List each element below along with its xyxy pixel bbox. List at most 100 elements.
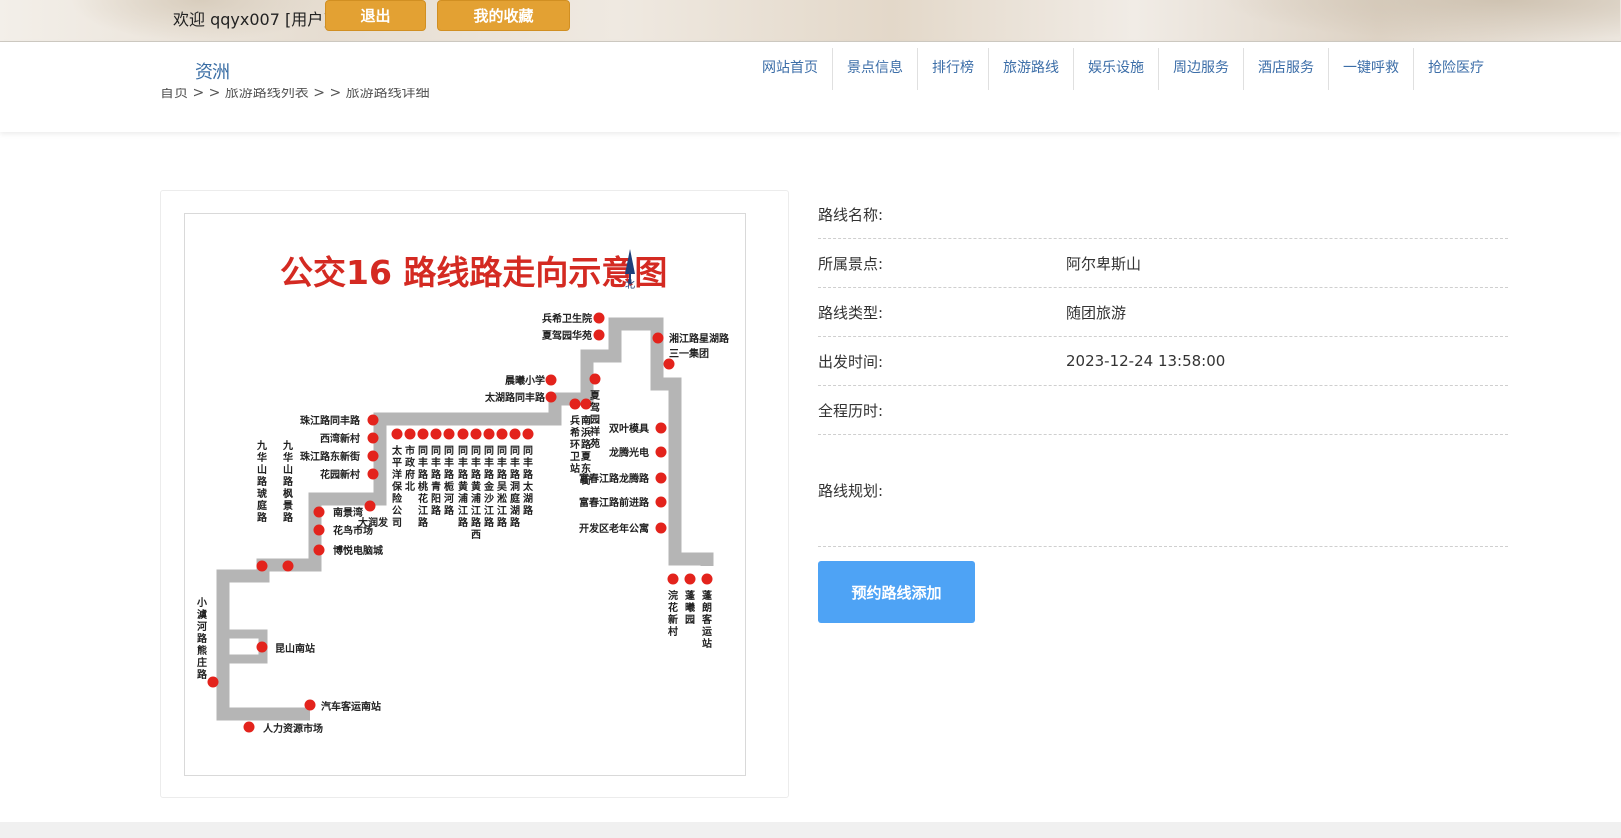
bus-stop-marker [282, 560, 294, 572]
stop-label: 双叶模具 [609, 422, 649, 435]
stop-label-vertical: 蓬曦园 [685, 589, 696, 626]
bus-stop-marker [667, 573, 679, 585]
logout-button[interactable]: 退出 [325, 0, 426, 31]
stop-label: 西湾新村 [320, 432, 360, 445]
stop-label-vertical: 浣花新村 [668, 589, 678, 638]
stop-label-vertical: 同丰路洞庭湖路 [510, 445, 521, 529]
bus-stop-marker [655, 522, 667, 534]
stop-label-vertical: 同丰路吴淞江路 [497, 445, 508, 529]
bus-stop-marker [593, 312, 605, 324]
nav-item-hotels[interactable]: 酒店服务 [1244, 48, 1329, 90]
bus-stop-marker [569, 398, 581, 410]
bus-stop-marker [417, 428, 429, 440]
stop-label-vertical: 同丰路金沙江路 [483, 445, 495, 529]
stop-label: 太湖路同丰路 [484, 391, 546, 404]
bus-stop-marker [545, 391, 557, 403]
detail-label: 出发时间: [818, 352, 884, 371]
bus-stop-marker [391, 428, 403, 440]
bus-stop-marker [483, 428, 495, 440]
nav-item-home[interactable]: 网站首页 [748, 48, 833, 90]
bus-stop-marker [367, 414, 379, 426]
stop-label: 人力资源市场 [263, 722, 323, 735]
route-image-card: 公交16 路线路走向示意图 北 兵希卫生院 夏驾园华苑 湘江路星湖路 三一集团 晨曦小学… [160, 190, 789, 798]
footer-strip [0, 822, 1621, 838]
detail-value: 随团旅游 [1066, 303, 1127, 322]
stop-label-vertical: 同丰路黄浦江路西 [471, 445, 482, 541]
bus-stop-marker [313, 544, 325, 556]
welcome-text: 欢迎 qqyx007 [用户] [173, 10, 330, 29]
bus-stop-marker [509, 428, 521, 440]
detail-label: 所属景点: [818, 254, 884, 273]
stop-label-vertical: 蓬朗客运站 [701, 589, 713, 650]
stop-label-vertical: 同丰路太湖路 [522, 445, 534, 517]
stop-label-vertical: 市政府北 [405, 444, 416, 493]
bus-stop-marker [545, 374, 557, 386]
bus-stop-marker [304, 699, 316, 711]
stop-label-vertical: 九华山路枫景路 [282, 439, 294, 524]
stop-label-vertical: 同丰路青阳路 [431, 445, 442, 517]
detail-row-route-name: 路线名称: [818, 190, 1508, 239]
nav-item-ranking[interactable]: 排行榜 [918, 48, 989, 90]
bus-stop-marker [701, 573, 713, 585]
detail-row-route-type: 路线类型: 随团旅游 [818, 288, 1508, 337]
bus-stop-marker [367, 450, 379, 462]
bus-stop-marker [367, 432, 379, 444]
stop-label: 大润发 [358, 516, 389, 529]
detail-label: 全程历时: [818, 401, 884, 420]
stop-label: 汽车客运南站 [321, 700, 381, 713]
nav-item-nearby[interactable]: 周边服务 [1159, 48, 1244, 90]
map-title: 公交16 路线路走向示意图 [280, 253, 667, 292]
stop-label-vertical: 小澞河路熊庄路 [196, 596, 208, 681]
route-map-image: 公交16 路线路走向示意图 北 兵希卫生院 夏驾园华苑 湘江路星湖路 三一集团 晨曦小学… [184, 213, 746, 776]
breadcrumb: 首页 > > 旅游路线列表 > > 旅游路线详细 [160, 88, 430, 101]
nav-item-attractions[interactable]: 景点信息 [833, 48, 918, 90]
logo-text: 资洲 [195, 62, 230, 83]
detail-row-duration: 全程历时: [818, 386, 1508, 435]
stop-label: 龙腾光电 [608, 446, 649, 459]
detail-row-route-plan: 路线规划: [818, 435, 1508, 547]
detail-label: 路线类型: [818, 303, 884, 322]
stop-label-vertical: 同丰路栀河路 [444, 445, 455, 517]
bus-stop-marker [470, 428, 482, 440]
detail-label: 路线名称: [818, 205, 884, 224]
bus-stop-marker [496, 428, 508, 440]
stop-label: 富春江路前进路 [579, 496, 650, 509]
nav-item-medical[interactable]: 抢险医疗 [1414, 48, 1498, 90]
stop-label: 珠江路同丰路 [300, 414, 361, 427]
book-route-button[interactable]: 预约路线添加 [818, 561, 975, 623]
north-label: 北 [625, 279, 635, 291]
bus-stop-marker [593, 329, 605, 341]
stop-label: 花园新村 [320, 468, 360, 481]
bus-stop-marker [256, 641, 268, 653]
bus-stop-marker [404, 428, 416, 440]
stop-label: 博悦电脑城 [333, 544, 383, 557]
route-details: 路线名称: 所属景点: 阿尔卑斯山 路线类型: 随团旅游 出发时间: 2023-… [818, 190, 1508, 547]
bus-stop-marker [522, 428, 534, 440]
stop-label-vertical: 太平洋保险公司 [391, 444, 403, 529]
bus-stop-marker [652, 332, 664, 344]
bus-stop-marker [367, 468, 379, 480]
bus-stop-marker [655, 496, 667, 508]
detail-label: 路线规划: [818, 482, 884, 500]
main-nav: 网站首页 景点信息 排行榜 旅游路线 娱乐设施 周边服务 酒店服务 一键呼救 抢… [748, 48, 1498, 90]
detail-value: 2023-12-24 13:58:00 [1066, 352, 1226, 370]
nav-item-emergency-call[interactable]: 一键呼救 [1329, 48, 1414, 90]
bus-stop-marker [313, 524, 325, 536]
stop-label: 珠江路东新街 [300, 450, 360, 463]
my-favorites-button[interactable]: 我的收藏 [437, 0, 570, 31]
bus-stop-marker [243, 721, 255, 733]
route-map-svg: 公交16 路线路走向示意图 北 兵希卫生院夏驾园华苑 湘江路星湖路三一集团晨曦小学… [196, 249, 730, 735]
bus-stop-marker [364, 500, 376, 512]
site-logo[interactable]: 资洲 [192, 58, 232, 88]
bus-stop-marker [443, 428, 455, 440]
bus-stop-marker [655, 422, 667, 434]
nav-item-entertainment[interactable]: 娱乐设施 [1074, 48, 1159, 90]
bus-stop-marker [457, 428, 469, 440]
detail-row-attraction: 所属景点: 阿尔卑斯山 [818, 239, 1508, 288]
stop-label-vertical: 同丰路桃花江路 [418, 445, 429, 529]
stop-label-vertical: 九华山路琥庭路 [256, 439, 268, 524]
stop-label: 兵希卫生院 [542, 312, 592, 325]
nav-item-routes[interactable]: 旅游路线 [989, 48, 1074, 90]
site-header: 资洲 首页 > > 旅游路线列表 > > 旅游路线详细 网站首页 景点信息 排行… [0, 42, 1621, 132]
stop-label: 昆山南站 [275, 642, 315, 655]
